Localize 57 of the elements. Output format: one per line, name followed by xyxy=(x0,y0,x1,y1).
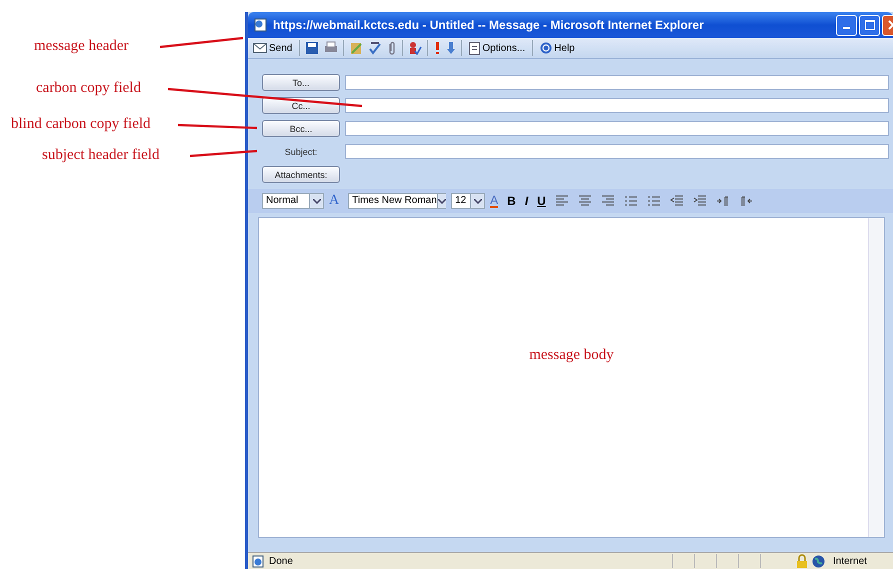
ltr-icon[interactable] xyxy=(716,195,730,207)
dropdown[interactable]: Normal xyxy=(262,193,324,209)
attachments-button[interactable]: Attachments: xyxy=(262,166,340,183)
indent-icon[interactable] xyxy=(692,195,707,207)
spell-check-icon[interactable] xyxy=(368,41,382,55)
input-field[interactable] xyxy=(345,121,889,136)
scrollbar[interactable] xyxy=(868,218,884,537)
annotation-label: message header xyxy=(34,38,129,55)
field-label: Subject: xyxy=(284,146,318,156)
help-button[interactable]: Help xyxy=(538,42,577,54)
high-importance-icon[interactable] xyxy=(433,41,442,55)
envelope-icon xyxy=(253,43,267,53)
caret-icon xyxy=(312,198,320,204)
options-button[interactable]: Options... xyxy=(467,42,528,54)
caret-icon xyxy=(438,198,446,204)
annotation-label: subject header field xyxy=(42,147,160,164)
dropdown[interactable]: Times New Roman xyxy=(348,193,446,209)
numbered-list-icon[interactable] xyxy=(646,195,661,207)
maximize-icon xyxy=(864,20,874,30)
align-center-icon[interactable] xyxy=(578,195,592,207)
outdent-icon[interactable] xyxy=(670,195,684,207)
status-text: Done xyxy=(269,556,293,566)
down-arrow-icon[interactable] xyxy=(446,41,456,55)
format-button[interactable]: U xyxy=(537,194,546,208)
format-button[interactable]: B xyxy=(507,194,516,208)
maximize-button[interactable] xyxy=(859,14,880,36)
annotation-label: blind carbon copy field xyxy=(11,116,151,133)
window-title: https://webmail.kctcs.edu - Untitled -- Message - Microsoft Internet Explorer xyxy=(273,18,704,32)
leader-line xyxy=(190,150,258,158)
page-icon xyxy=(252,554,265,568)
annotation-label: message body xyxy=(529,347,614,364)
security-zone: Internet xyxy=(833,556,868,566)
align-right-icon[interactable] xyxy=(600,195,615,207)
caret-icon xyxy=(474,198,482,204)
input-field[interactable] xyxy=(345,75,889,90)
minimize-button[interactable] xyxy=(836,14,857,36)
align-left-icon[interactable] xyxy=(554,195,569,207)
rtl-icon[interactable] xyxy=(738,195,753,207)
save-icon[interactable] xyxy=(305,41,320,55)
globe-icon xyxy=(812,554,825,568)
paperclip-icon[interactable] xyxy=(387,41,398,55)
input-field[interactable] xyxy=(345,98,889,113)
input-field[interactable] xyxy=(345,144,889,159)
annotation-label: carbon copy field xyxy=(36,80,141,97)
address-button[interactable]: To... xyxy=(262,74,340,91)
address-button[interactable]: Bcc... xyxy=(262,120,340,137)
dropdown[interactable]: 12 xyxy=(451,193,486,209)
format-button[interactable]: I xyxy=(524,194,528,208)
send-button[interactable]: Send xyxy=(251,42,294,54)
document-icon xyxy=(469,42,480,54)
bullet-list-icon[interactable] xyxy=(624,195,638,207)
page-icon xyxy=(254,18,268,32)
help-icon xyxy=(540,42,552,54)
message-body[interactable]: message body xyxy=(258,217,885,538)
print-icon[interactable] xyxy=(324,41,338,55)
check-names-icon[interactable] xyxy=(408,41,422,55)
lock-icon xyxy=(796,554,808,568)
